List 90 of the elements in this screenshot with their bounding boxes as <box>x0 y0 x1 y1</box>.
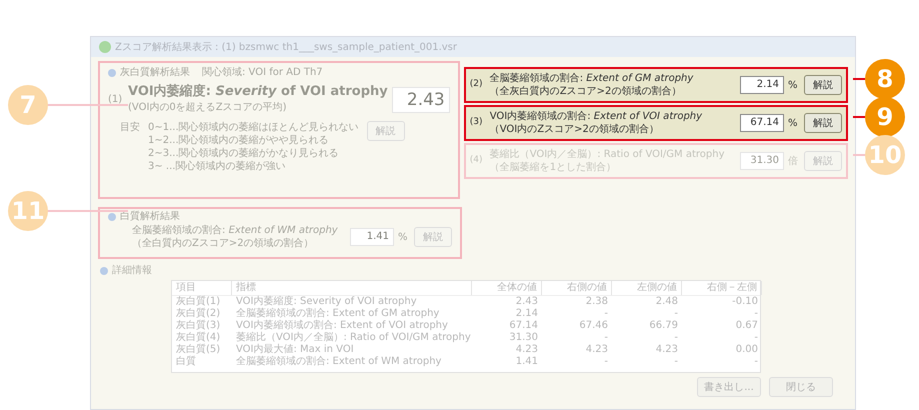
table-cell-text: 2.38 <box>584 296 609 308</box>
table-cell-text: 31.30 <box>508 332 539 344</box>
table-cell-text: 白質 <box>175 356 197 368</box>
metric-label: 全脳萎縮領域の割合: Extent of WM atrophy <box>132 224 339 237</box>
table-cell-text: - <box>603 308 609 320</box>
callout-badge: 10 <box>865 135 905 175</box>
value-field: 1.41 <box>350 228 394 246</box>
table-cell-text: - <box>753 356 759 368</box>
index-label: (3) <box>470 116 484 130</box>
metric-sublabel: （全白質内のZスコア>2の領域の割合） <box>132 237 315 250</box>
metric-title: VOI内萎縮度: Severity of VOI atrophy <box>128 84 388 100</box>
callout-badge: 9 <box>865 97 905 137</box>
metric-label: 全脳萎縮領域の割合: Extent of GM atrophy <box>490 72 694 85</box>
table-cell-text: - <box>603 332 609 344</box>
table-cell-text: 萎縮比（VOI内／全脳）: Ratio of VOI/GM atrophy <box>235 332 472 344</box>
index-label: (2) <box>470 78 484 92</box>
dialog-button[interactable]: 書き出し... <box>697 377 761 397</box>
metric-subtitle: (VOI内の0を超えるZスコアの平均) <box>128 100 288 116</box>
table-cell-text: 灰白質(4) <box>175 332 222 344</box>
table-cell-text: 0.67 <box>734 320 759 332</box>
metric-sublabel: （全灰白質内のZスコア>2の領域の割合） <box>490 85 682 98</box>
table-cell-text: 0.00 <box>734 344 759 356</box>
info-icon <box>100 266 108 274</box>
table-cell-text: 67.14 <box>508 320 539 332</box>
info-icon <box>108 212 116 220</box>
leader-line <box>853 116 865 118</box>
table-cell-text: 1.41 <box>514 356 539 368</box>
explain-button[interactable]: 解説 <box>366 121 405 142</box>
column-header[interactable]: 右側の値 <box>542 281 612 295</box>
table-cell-text: VOI内萎縮度: Severity of VOI atrophy <box>235 296 418 308</box>
leader-line <box>853 154 865 156</box>
unit-label: % <box>788 116 799 130</box>
roi-label: 関心領域: VOI for AD Th7 <box>202 66 323 80</box>
table-cell-text: 灰白質(5) <box>175 344 222 356</box>
table-cell-text: - <box>673 308 679 320</box>
table-cell-text: 灰白質(2) <box>175 308 222 320</box>
value-field: 31.30 <box>740 152 784 170</box>
metric-label: VOI内萎縮領域の割合: Extent of VOI atrophy <box>490 110 704 123</box>
callout-badge: 11 <box>8 191 48 231</box>
explain-button[interactable]: 解説 <box>804 75 842 95</box>
column-header[interactable]: 指標 <box>232 281 472 295</box>
section-header: 詳細情報 <box>112 264 152 278</box>
value-field: 67.14 <box>740 114 784 132</box>
guide-text: 1~2...関心領域内の萎縮がやや見られる <box>148 134 330 148</box>
table-cell-text: 灰白質(3) <box>175 320 222 332</box>
guide-text: 2~3...関心領域内の萎縮がかなり見られる <box>148 147 340 160</box>
leader-line <box>853 78 865 80</box>
table-cell-text: VOI内最大値: Max in VOI <box>235 344 355 356</box>
column-header[interactable]: 項目 <box>172 281 232 295</box>
table-cell-text: 4.23 <box>654 344 679 356</box>
dialog-button[interactable]: 閉じる <box>769 377 833 397</box>
app-icon <box>99 41 111 53</box>
explain-button[interactable]: 解説 <box>414 227 452 247</box>
column-header[interactable]: 全体の値 <box>472 281 542 295</box>
table-cell-text: - <box>753 332 759 344</box>
unit-label: % <box>398 230 409 244</box>
callout-badge: 7 <box>8 85 48 125</box>
guide-label: 目安 <box>120 121 140 136</box>
table-cell-text: VOI内萎縮領域の割合: Extent of VOI atrophy <box>235 320 449 332</box>
table-cell-text: 66.79 <box>648 320 679 332</box>
table-cell-text: 4.23 <box>584 344 609 356</box>
table-cell-text: - <box>673 332 679 344</box>
unit-label: % <box>788 78 799 92</box>
table-cell-text: 全脳萎縮領域の割合: Extent of GM atrophy <box>235 308 440 320</box>
guide-text: 0~1...関心領域内の萎縮はほとんど見られない <box>148 121 359 134</box>
table-cell-text: 67.46 <box>578 320 609 332</box>
metric-sublabel: （VOI内のZスコア>2の領域の割合） <box>490 123 660 136</box>
info-icon <box>108 68 116 76</box>
column-header[interactable]: 右側－左側 <box>682 281 762 295</box>
section-header: 白質解析結果 <box>120 210 180 224</box>
table-cell-text: -0.10 <box>731 296 759 308</box>
table-cell-text: - <box>673 356 679 368</box>
table-cell-text: 2.14 <box>514 308 539 320</box>
explain-button[interactable]: 解説 <box>804 113 842 133</box>
table-cell-text: 全脳萎縮領域の割合: Extent of WM atrophy <box>235 356 442 368</box>
value-field: 2.14 <box>740 76 784 94</box>
explain-button[interactable]: 解説 <box>804 151 842 171</box>
table-cell-text: 4.23 <box>514 344 539 356</box>
callout-badge: 8 <box>865 59 905 99</box>
guide-text: 3~ ...関心領域内の萎縮が強い <box>148 160 286 174</box>
table-cell-text: 2.43 <box>514 296 539 308</box>
window-title: Zスコア解析結果表示 : (1) bzsmwc th1___sws_sample_patient_001.vsr <box>115 40 457 54</box>
section-header: 灰白質解析結果 <box>120 66 190 80</box>
column-header[interactable]: 左側の値 <box>612 281 682 295</box>
table-cell-text: 灰白質(1) <box>175 296 222 308</box>
table-cell-text: - <box>603 356 609 368</box>
table-cell-text: - <box>753 308 759 320</box>
table-cell-text: 2.48 <box>654 296 679 308</box>
value-field: 2.43 <box>392 86 450 113</box>
index-label: (1) <box>108 93 124 108</box>
